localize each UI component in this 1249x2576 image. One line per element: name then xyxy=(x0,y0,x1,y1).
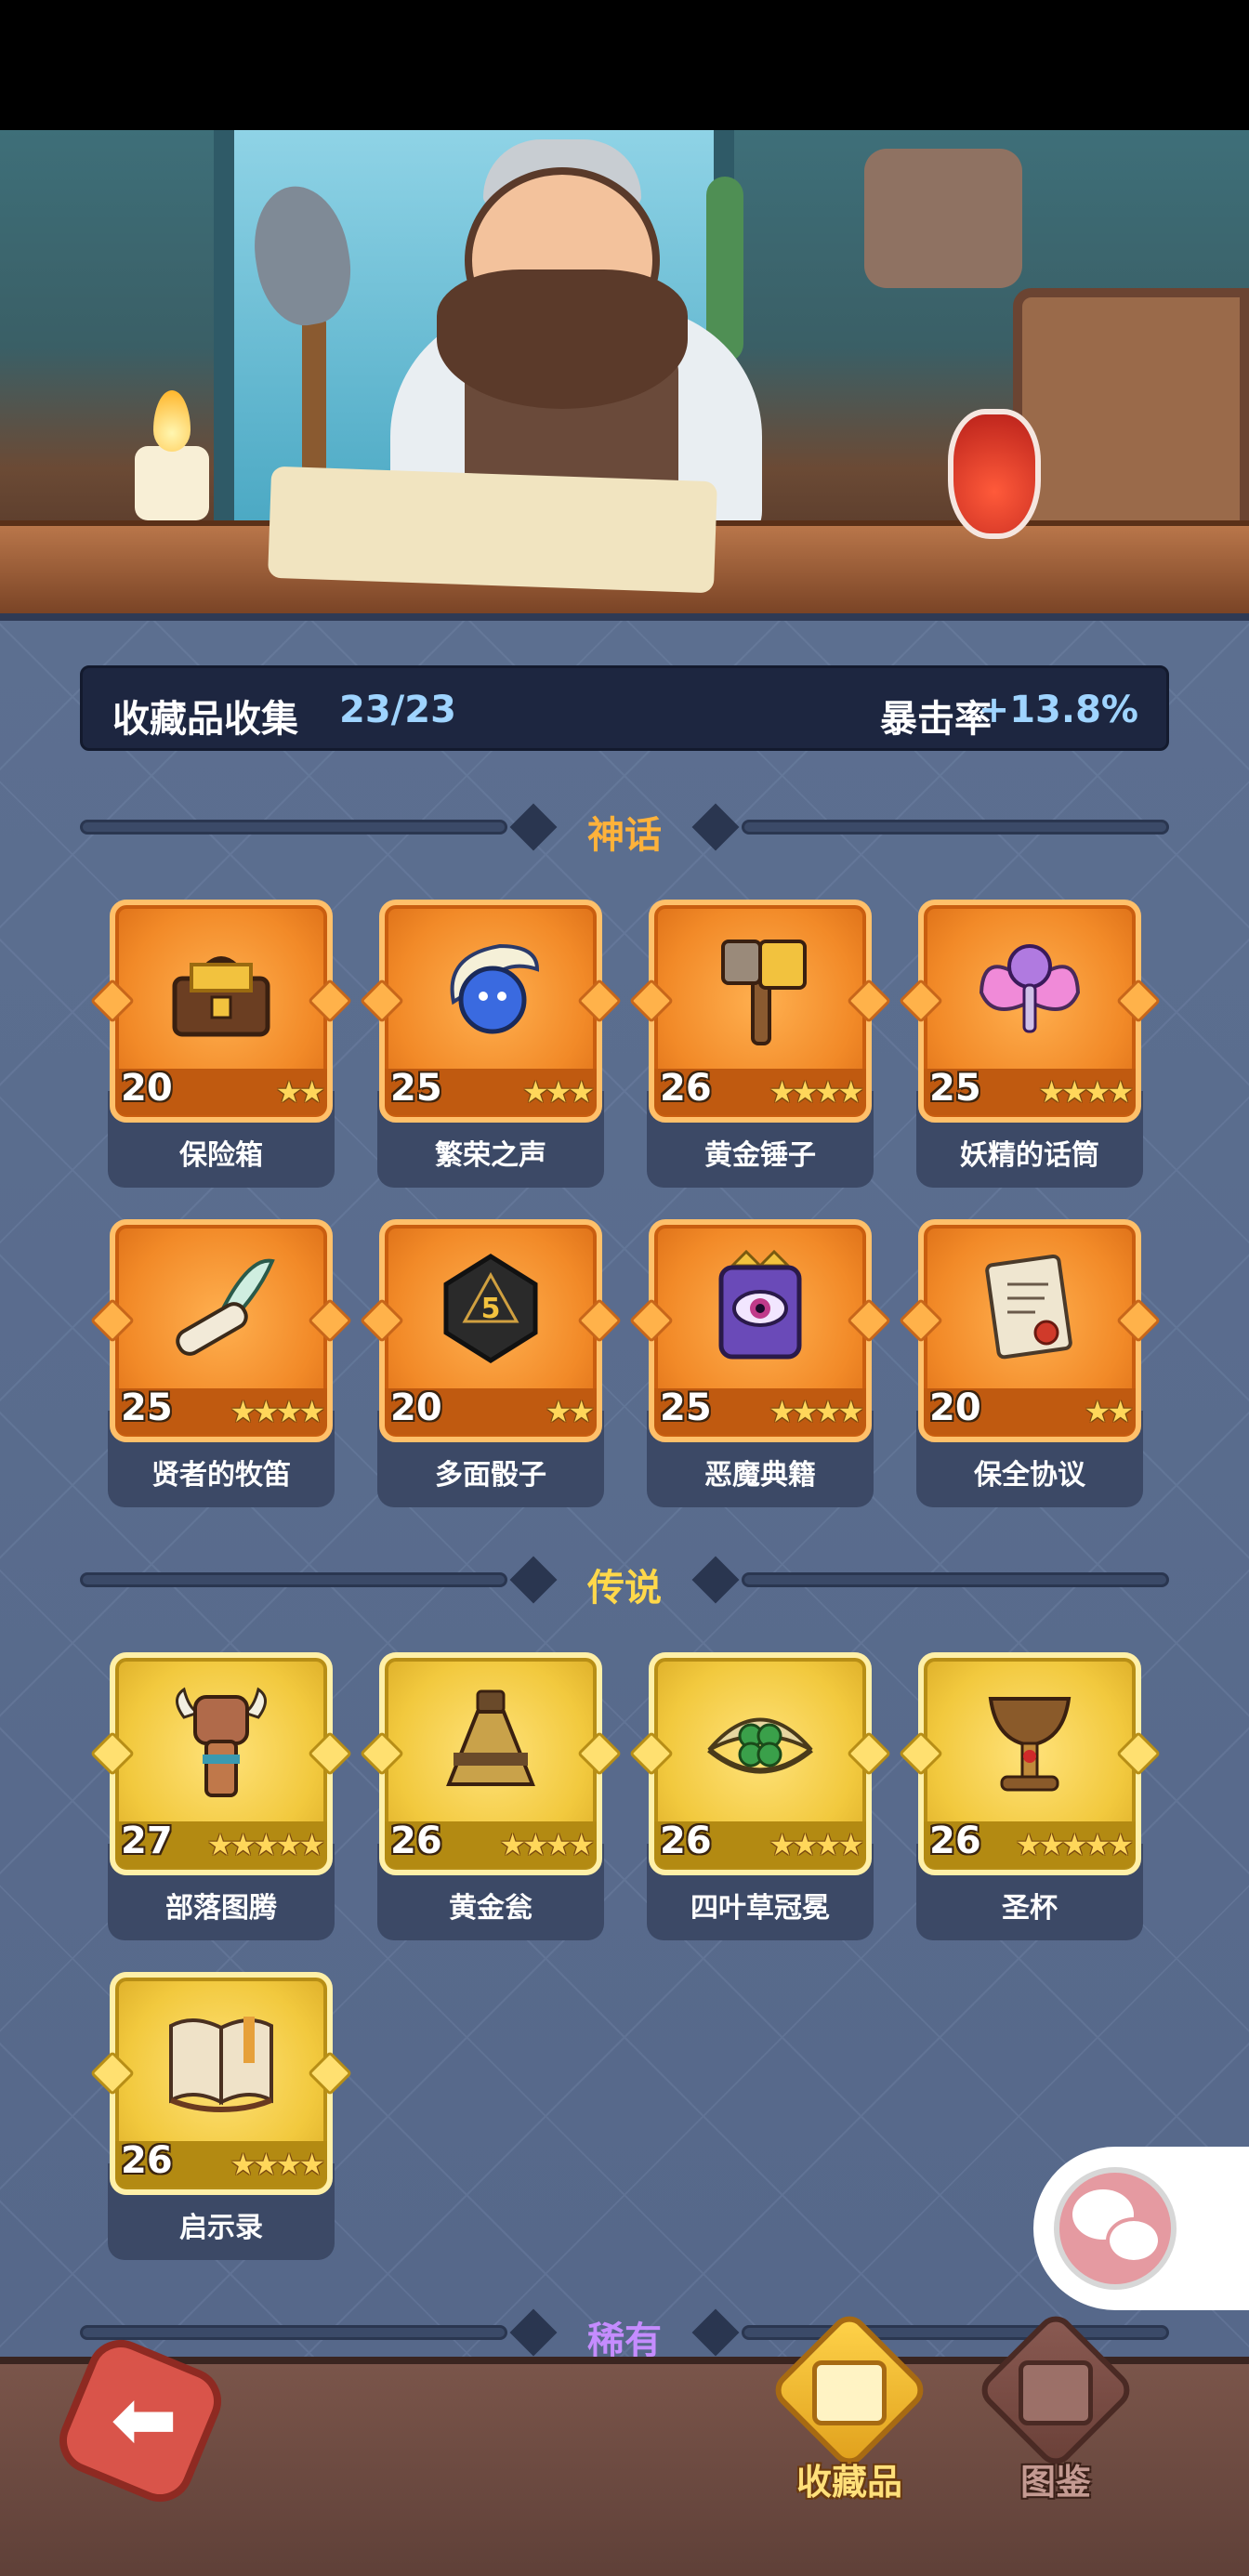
card-stars: ★★★★ xyxy=(769,1074,864,1110)
collectible-card-revelation[interactable]: 26 ★★★★ 启示录 xyxy=(89,1972,353,2260)
crit-rate-label: 暴击率 xyxy=(880,698,992,741)
collectible-card-golden-urn[interactable]: 26 ★★★★ 黄金瓮 xyxy=(359,1652,623,1940)
polyhedral-dice-icon: 5 xyxy=(443,1254,538,1363)
card-stars: ★★★★ xyxy=(230,1394,325,1429)
demon-eye-book-icon xyxy=(718,1249,802,1360)
divider-bar xyxy=(742,820,1169,835)
nav-codex-label: 图鉴 xyxy=(1019,2462,1091,2503)
fairy-microphone-icon xyxy=(979,944,1081,1033)
card-stars: ★★★★ xyxy=(769,1827,864,1862)
card-name: 启示录 xyxy=(179,2212,263,2244)
red-potion-icon xyxy=(948,409,1041,539)
card-level: 25 xyxy=(390,1067,442,1110)
card-name: 妖精的话筒 xyxy=(960,1139,1099,1172)
card-name: 繁荣之声 xyxy=(435,1139,546,1172)
treasure-map xyxy=(268,466,717,594)
section-header-legend: 传说 xyxy=(80,1552,1169,1610)
hero-banner xyxy=(0,130,1249,613)
card-name: 多面骰子 xyxy=(435,1459,546,1492)
contract-scroll-icon xyxy=(985,1254,1072,1360)
card-name: 恶魔典籍 xyxy=(704,1459,816,1492)
card-level: 25 xyxy=(660,1387,712,1429)
card-level: 27 xyxy=(121,1820,173,1862)
tribal-totem-icon xyxy=(176,1687,267,1797)
collectible-card-demon-tome[interactable]: 25 ★★★★ 恶魔典籍 xyxy=(628,1219,892,1507)
card-level: 20 xyxy=(390,1387,442,1429)
collectible-card-holy-grail[interactable]: 26 ★★★★★ 圣杯 xyxy=(898,1652,1162,1940)
card-stars: ★★★★ xyxy=(1038,1074,1134,1110)
card-stars: ★★ xyxy=(275,1074,325,1110)
collectible-card-fairy-mic[interactable]: 25 ★★★★ 妖精的话筒 xyxy=(898,900,1162,1188)
collectible-card-dice[interactable]: 5 20 ★★ 多面骰子 xyxy=(359,1219,623,1507)
card-name: 四叶草冠冕 xyxy=(690,1892,830,1925)
svg-text:5: 5 xyxy=(481,1293,501,1325)
collection-summary: 收藏品收集 23/23 暴击率 +13.8% xyxy=(80,665,1169,751)
card-stars: ★★ xyxy=(1084,1394,1134,1429)
book-icon xyxy=(1019,2360,1093,2425)
holy-grail-icon xyxy=(988,1697,1072,1792)
card-level: 20 xyxy=(121,1067,173,1110)
card-level: 26 xyxy=(929,1820,981,1862)
collectible-card-voice[interactable]: 25 ★★★ 繁荣之声 xyxy=(359,900,623,1188)
status-bar xyxy=(0,0,1249,130)
card-level: 20 xyxy=(929,1387,981,1429)
nav-collection-label: 收藏品 xyxy=(795,2462,902,2503)
wechat-float-button[interactable] xyxy=(1033,2147,1249,2310)
card-stars: ★★★ xyxy=(521,1074,595,1110)
collectible-card-sage-flute[interactable]: 25 ★★★★ 贤者的牧笛 xyxy=(89,1219,353,1507)
collectible-card-tribal-totem[interactable]: 27 ★★★★★ 部落图腾 xyxy=(89,1652,353,1940)
section-header-mythic: 神话 xyxy=(80,799,1169,857)
back-arrow-icon: ⬅ xyxy=(110,2373,178,2466)
golden-hammer-icon xyxy=(721,940,807,1045)
nav-collection-tab[interactable]: 收藏品 xyxy=(764,2308,931,2518)
nav-codex-tab[interactable]: 图鉴 xyxy=(970,2308,1137,2518)
crit-rate-value: +13.8% xyxy=(978,689,1138,731)
card-name: 圣杯 xyxy=(1002,1892,1058,1925)
card-name: 保全协议 xyxy=(974,1459,1085,1492)
card-stars: ★★★★ xyxy=(230,2147,325,2182)
card-stars: ★★★★ xyxy=(499,1827,595,1862)
clover-crown-icon xyxy=(707,1717,813,1774)
blue-spirit-icon xyxy=(450,943,540,1034)
golden-urn-icon xyxy=(446,1689,535,1786)
card-level: 25 xyxy=(929,1067,981,1110)
lyre-icon xyxy=(812,2360,887,2425)
card-name: 贤者的牧笛 xyxy=(151,1459,291,1492)
feather-flute-icon xyxy=(176,1258,275,1356)
card-stars: ★★ xyxy=(545,1394,595,1429)
card-level: 26 xyxy=(660,1820,712,1862)
dwarf-beard xyxy=(437,269,688,409)
card-stars: ★★★★★ xyxy=(1015,1827,1134,1862)
collectible-card-golden-hammer[interactable]: 26 ★★★★ 黄金锤子 xyxy=(628,900,892,1188)
card-level: 25 xyxy=(121,1387,173,1429)
collection-label: 收藏品收集 xyxy=(112,698,298,741)
open-book-icon xyxy=(169,2017,273,2113)
card-name: 黄金锤子 xyxy=(704,1139,816,1172)
chat-bubble-shape xyxy=(1106,2217,1162,2264)
treasure-chest-icon xyxy=(172,956,270,1037)
collectible-card-clover-crown[interactable]: 26 ★★★★ 四叶草冠冕 xyxy=(628,1652,892,1940)
candle-icon xyxy=(135,446,209,520)
collectible-card-security-contract[interactable]: 20 ★★ 保全协议 xyxy=(898,1219,1162,1507)
card-name: 部落图腾 xyxy=(165,1892,277,1925)
card-stars: ★★★★ xyxy=(769,1394,864,1429)
collectible-card-safe[interactable]: 20 ★★ 保险箱 xyxy=(89,900,353,1188)
card-name: 黄金瓮 xyxy=(449,1892,532,1925)
card-level: 26 xyxy=(121,2139,173,2182)
collection-count: 23/23 xyxy=(339,689,456,731)
card-level: 26 xyxy=(390,1820,442,1862)
divider-bar xyxy=(742,1572,1169,1587)
flame-icon xyxy=(153,390,191,452)
totem-decoration xyxy=(864,149,1022,288)
card-level: 26 xyxy=(660,1067,712,1110)
card-name: 保险箱 xyxy=(179,1139,263,1172)
card-stars: ★★★★★ xyxy=(206,1827,325,1862)
